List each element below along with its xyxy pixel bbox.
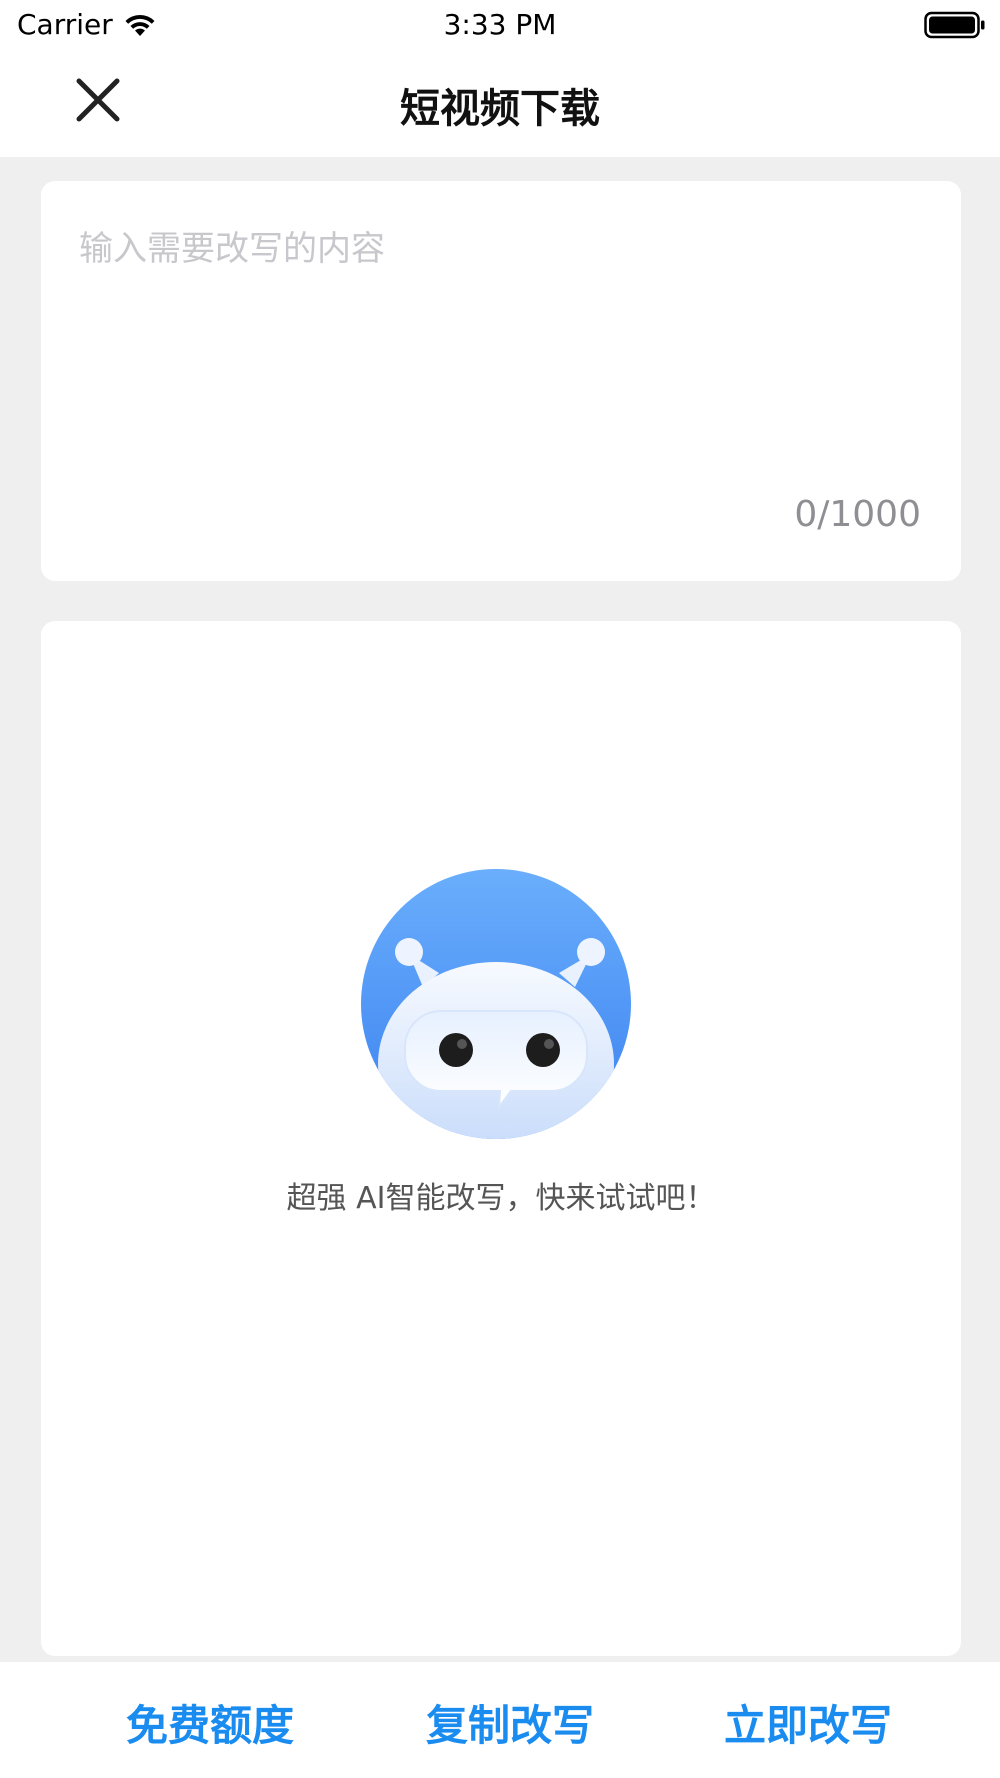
screen: Carrier 3:33 PM 短视频下载 0/1000	[0, 0, 1000, 1778]
battery-full-icon	[924, 11, 985, 39]
nav-bar: 短视频下载	[0, 50, 1000, 157]
input-card: 0/1000	[41, 181, 961, 581]
empty-hint: 超强 AI智能改写，快来试试吧！	[286, 1181, 716, 1216]
status-bar: Carrier 3:33 PM	[0, 0, 1000, 50]
result-card: 超强 AI智能改写，快来试试吧！	[41, 621, 961, 1656]
robot-icon	[361, 869, 631, 1139]
page-title: 短视频下载	[400, 86, 600, 132]
status-time: 3:33 PM	[443, 8, 557, 41]
free-quota-button[interactable]: 免费额度	[80, 1692, 340, 1753]
char-counter: 0/1000	[794, 494, 921, 535]
copy-rewrite-button[interactable]: 复制改写	[380, 1692, 640, 1753]
bottom-toolbar: 免费额度 复制改写 立即改写	[0, 1662, 1000, 1778]
content-input[interactable]	[79, 221, 919, 471]
rewrite-now-button[interactable]: 立即改写	[678, 1692, 938, 1753]
